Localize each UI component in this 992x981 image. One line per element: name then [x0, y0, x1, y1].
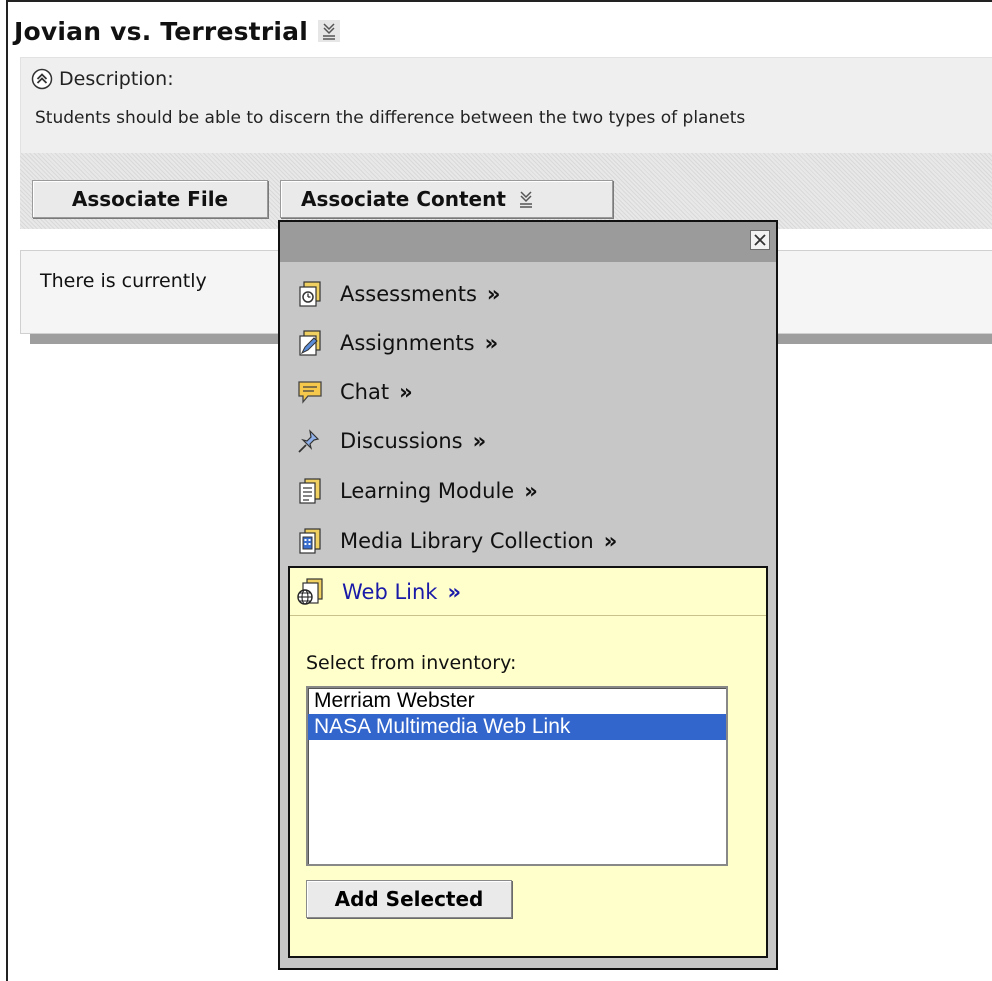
chevron-icon: »	[486, 282, 501, 306]
associate-file-button[interactable]: Associate File	[32, 180, 268, 218]
options-menu-icon[interactable]	[317, 20, 340, 42]
menu-item-assignments[interactable]: Assignments »	[296, 325, 498, 361]
popup-title-bar	[280, 222, 776, 262]
inventory-listbox[interactable]: Merriam Webster NASA Multimedia Web Link	[306, 686, 728, 866]
close-button[interactable]	[750, 230, 770, 250]
assessments-icon	[299, 281, 321, 307]
menu-item-label: Assessments	[340, 282, 477, 306]
frame-top-border	[6, 0, 992, 2]
chevron-icon: »	[472, 429, 487, 453]
collapse-icon[interactable]	[31, 68, 53, 90]
menu-item-label: Media Library Collection	[340, 529, 594, 553]
menu-item-learning-module[interactable]: Learning Module »	[296, 473, 538, 509]
associate-content-button[interactable]: Associate Content	[280, 180, 613, 218]
select-inventory-label: Select from inventory:	[306, 652, 517, 674]
web-link-label: Web Link	[342, 579, 438, 604]
list-item[interactable]: Merriam Webster	[308, 688, 726, 714]
assignments-icon	[299, 330, 321, 356]
add-selected-button[interactable]: Add Selected	[306, 880, 512, 918]
menu-item-label: Learning Module	[340, 479, 515, 503]
description-panel: Description: Students should be able to …	[20, 57, 992, 154]
frame-left-border	[6, 0, 8, 981]
web-link-icon	[297, 577, 323, 605]
web-link-panel: Web Link » Select from inventory: Merria…	[288, 566, 768, 958]
menu-item-chat[interactable]: Chat »	[296, 374, 413, 410]
description-text: Students should be able to discern the d…	[35, 108, 746, 128]
learning-module-icon	[299, 478, 321, 504]
description-label: Description:	[59, 68, 174, 90]
chevron-icon: »	[603, 529, 618, 553]
list-item-selected[interactable]: NASA Multimedia Web Link	[308, 714, 726, 740]
title-row: Jovian vs. Terrestrial	[14, 14, 340, 48]
menu-item-assessments[interactable]: Assessments »	[296, 276, 501, 312]
description-header[interactable]: Description:	[31, 68, 174, 90]
media-library-icon	[299, 528, 321, 554]
close-icon	[754, 234, 766, 246]
chat-icon	[298, 381, 322, 404]
menu-item-label: Assignments	[340, 331, 475, 355]
dropdown-menu-icon	[519, 191, 532, 208]
menu-item-web-link[interactable]: Web Link »	[290, 568, 766, 616]
associate-content-popup: Assessments » Assignments » Chat » Discu…	[278, 220, 778, 970]
associate-content-label: Associate Content	[301, 187, 506, 211]
menu-item-label: Chat	[340, 380, 390, 404]
chevron-icon: »	[524, 479, 538, 503]
page-title: Jovian vs. Terrestrial	[14, 16, 308, 46]
chevron-icon: »	[484, 331, 499, 355]
chevron-icon: »	[447, 579, 462, 604]
empty-content-message: There is currently	[40, 270, 207, 292]
chevron-icon: »	[399, 380, 413, 404]
menu-item-discussions[interactable]: Discussions »	[296, 423, 486, 459]
menu-item-label: Discussions	[340, 429, 463, 453]
menu-item-media-library-collection[interactable]: Media Library Collection »	[296, 523, 617, 559]
pushpin-icon	[298, 429, 320, 453]
